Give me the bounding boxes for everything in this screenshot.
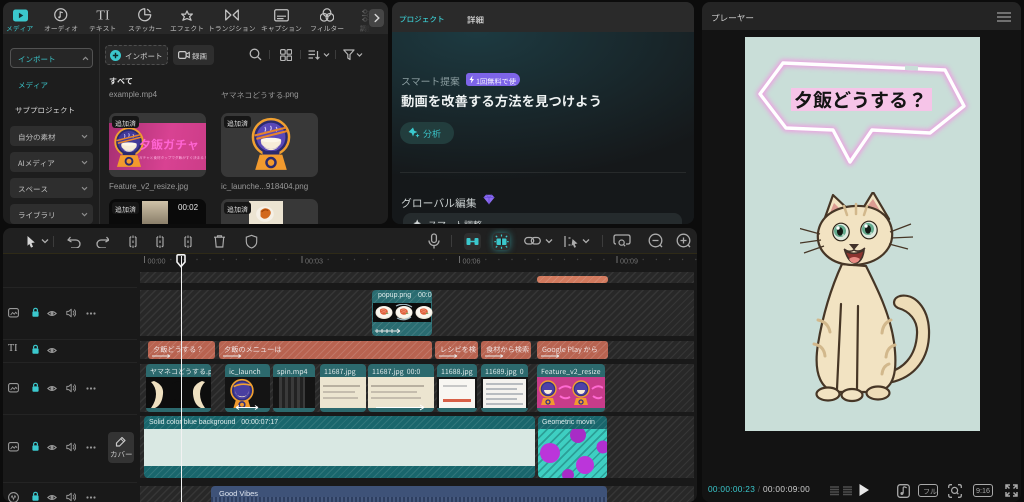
svg-text:TI: TI: [96, 9, 110, 23]
svg-text:00:09: 00:09: [620, 257, 638, 266]
svg-text:00:03: 00:03: [305, 257, 323, 266]
svg-text:00:00: 00:00: [148, 257, 166, 266]
svg-text:00:06: 00:06: [463, 257, 481, 266]
